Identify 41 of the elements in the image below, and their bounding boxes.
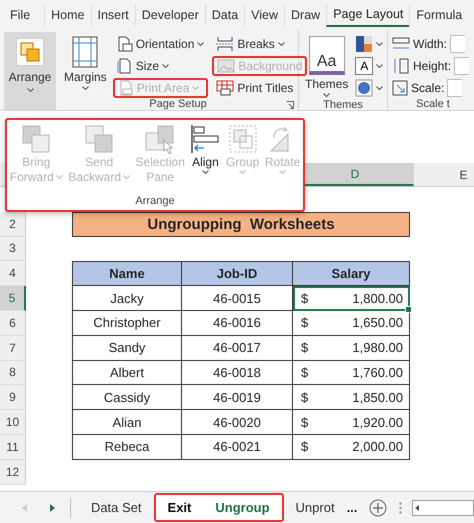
currency-symbol: $ [301, 364, 308, 380]
column-header-cell: Salary [293, 261, 410, 286]
group-label: Themes [323, 99, 363, 113]
group-label: Arrange [134, 195, 176, 209]
table-cell: Albert [72, 360, 182, 386]
currency-symbol: $ [301, 439, 308, 454]
table-cell: Jacky [72, 286, 182, 311]
sheet-title: Ungroupping Worksheets [72, 212, 410, 237]
table-cell: 46-0015 [182, 286, 293, 311]
salary-amount: 1,850.00 [352, 390, 403, 405]
field-label: Scale: [411, 81, 444, 95]
table-cell: 46-0019 [182, 385, 293, 410]
field-label: Height: [413, 59, 452, 73]
table-cell: Cassidy [72, 385, 182, 410]
field-label: Width: [413, 37, 448, 51]
table-cell: Christopher [72, 310, 182, 336]
table-cell: Rebeca [72, 434, 182, 460]
column-header-cell: Job-ID [182, 261, 293, 286]
table-cell: 46-0018 [182, 360, 293, 386]
currency-symbol: $ [301, 390, 308, 405]
table-cell: 46-0021 [182, 434, 293, 460]
font-letter-icon: A [355, 57, 374, 75]
column-header-cell: Name [72, 261, 182, 286]
salary-amount: 2,000.00 [352, 439, 403, 454]
salary-amount: 1,920.00 [352, 414, 403, 430]
table-cell: Alian [72, 410, 182, 435]
table-cell: 46-0020 [182, 410, 293, 435]
salary-amount: 1,650.00 [352, 315, 403, 330]
themes-icon: Aa [308, 36, 345, 75]
salary-amount: 1,800.00 [352, 290, 403, 306]
currency-symbol: $ [301, 290, 308, 306]
currency-symbol: $ [301, 340, 308, 356]
currency-symbol: $ [301, 315, 308, 330]
table-cell: Sandy [72, 336, 182, 361]
salary-amount: 1,980.00 [352, 340, 403, 356]
table-cell: 46-0016 [182, 310, 293, 336]
group-label: Scale t [416, 98, 450, 112]
table-cell: 46-0017 [182, 336, 293, 361]
group-label: Page Setup [149, 98, 207, 112]
salary-amount: 1,760.00 [352, 364, 403, 380]
currency-symbol: $ [301, 414, 308, 430]
